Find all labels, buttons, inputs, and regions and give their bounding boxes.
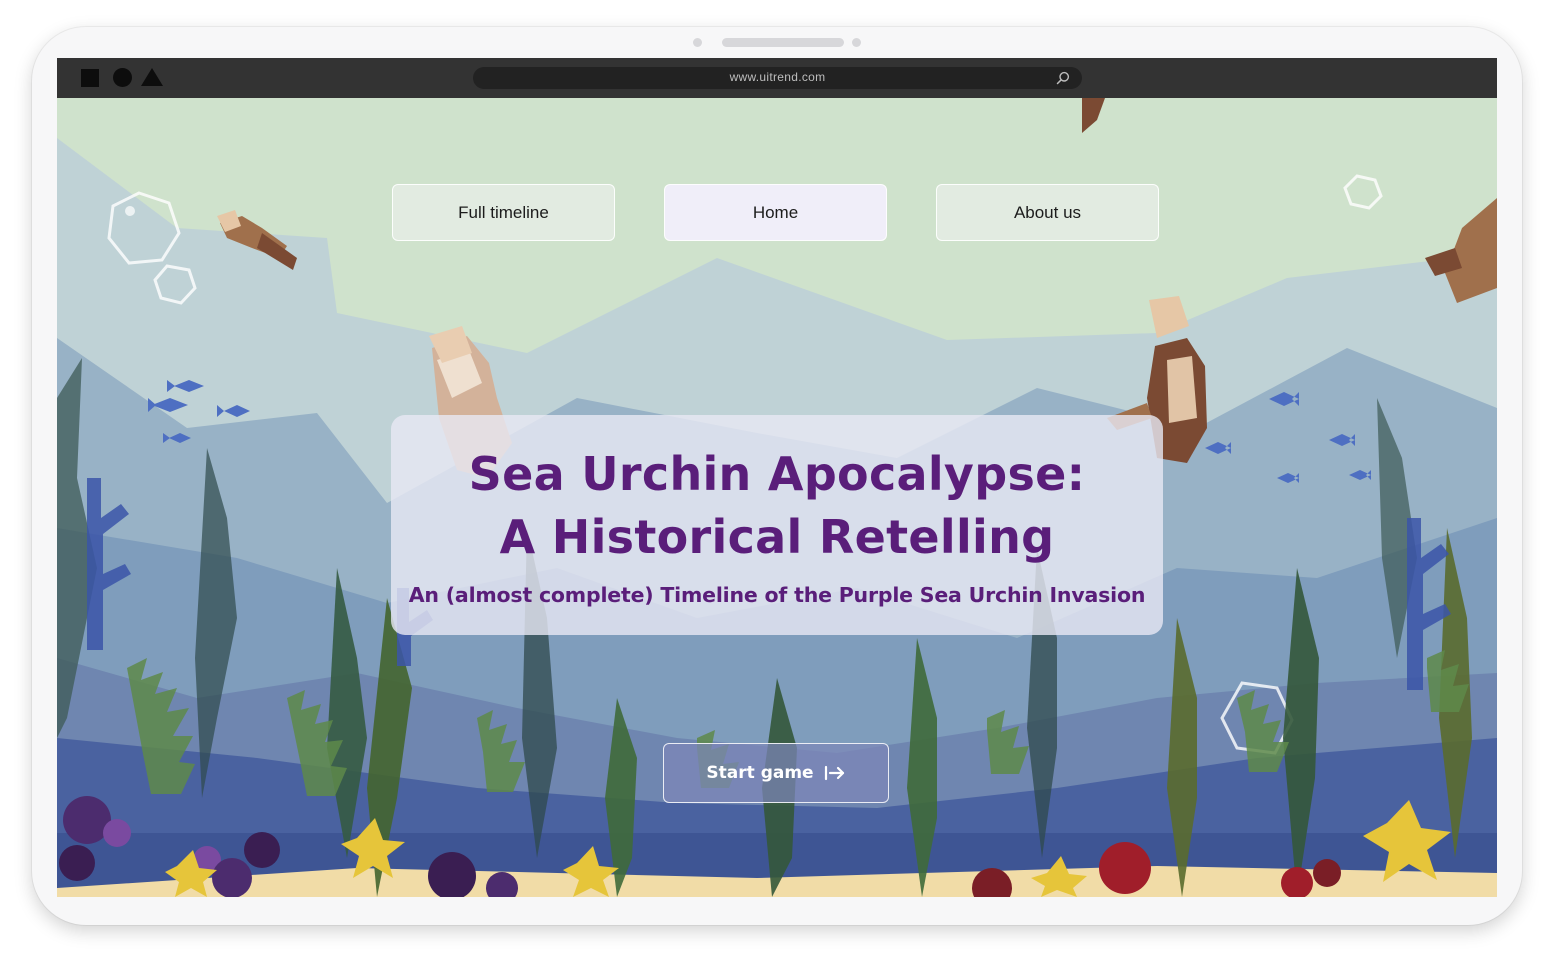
screen: www.uitrend.com Full timeline Home About… — [57, 58, 1497, 897]
start-game-button[interactable]: Start game — [663, 743, 889, 803]
nav-about-us[interactable]: About us — [936, 184, 1159, 241]
search-icon[interactable] — [1056, 71, 1070, 85]
nav-home[interactable]: Home — [664, 184, 887, 241]
start-game-label: Start game — [706, 763, 814, 783]
page-title: Sea Urchin Apocalypse: A Historical Rete… — [391, 415, 1163, 569]
title-line-1: Sea Urchin Apocalypse: — [468, 447, 1086, 501]
circle-icon[interactable] — [113, 68, 132, 87]
address-bar[interactable]: www.uitrend.com — [473, 67, 1082, 89]
hero-card: Sea Urchin Apocalypse: A Historical Rete… — [391, 415, 1163, 635]
square-icon[interactable] — [81, 69, 99, 87]
url-text: www.uitrend.com — [729, 70, 826, 84]
triangle-icon[interactable] — [141, 68, 163, 86]
page-subtitle: An (almost complete) Timeline of the Pur… — [408, 583, 1146, 607]
browser-toolbar: www.uitrend.com — [57, 58, 1497, 98]
underwater-scene: Full timeline Home About us Sea Urchin A… — [57, 98, 1497, 897]
arrow-right-to-bar-icon — [824, 765, 844, 781]
nav-full-timeline[interactable]: Full timeline — [392, 184, 615, 241]
camera-dot — [693, 38, 702, 47]
sensor-dot — [852, 38, 861, 47]
speaker-grille — [722, 38, 844, 47]
title-line-2: A Historical Retelling — [499, 510, 1055, 564]
